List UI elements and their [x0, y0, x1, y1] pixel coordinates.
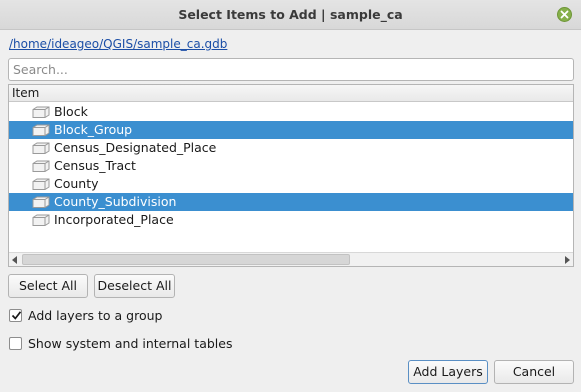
- scroll-right-icon[interactable]: [561, 253, 573, 266]
- tree-row[interactable]: County: [9, 175, 573, 193]
- table-icon: [32, 106, 50, 118]
- tree-row-label: Census_Tract: [54, 158, 136, 173]
- table-icon: [32, 160, 50, 172]
- tree-row[interactable]: Census_Tract: [9, 157, 573, 175]
- add-to-group-label: Add layers to a group: [28, 308, 163, 323]
- horizontal-scrollbar[interactable]: [9, 252, 573, 266]
- tree-row-label: County_Subdivision: [54, 194, 177, 209]
- add-layers-button[interactable]: Add Layers: [408, 360, 488, 384]
- show-system-tables-checkbox[interactable]: Show system and internal tables: [9, 336, 232, 351]
- show-system-tables-label: Show system and internal tables: [28, 336, 233, 351]
- tree-row[interactable]: Block_Group: [9, 121, 573, 139]
- tree-row[interactable]: Census_Designated_Place: [9, 139, 573, 157]
- add-to-group-checkbox[interactable]: Add layers to a group: [9, 308, 162, 323]
- tree-row-label: County: [54, 176, 99, 191]
- table-icon: [32, 196, 50, 208]
- tree-row[interactable]: County_Subdivision: [9, 193, 573, 211]
- search-input[interactable]: [9, 59, 573, 80]
- checkbox-checked-icon[interactable]: [9, 309, 22, 322]
- checkbox-unchecked-icon[interactable]: [9, 337, 22, 350]
- tree-row[interactable]: Block: [9, 103, 573, 121]
- select-all-button[interactable]: Select All: [8, 274, 88, 298]
- search-field[interactable]: [8, 58, 574, 81]
- close-icon[interactable]: [557, 7, 572, 22]
- cancel-button[interactable]: Cancel: [494, 360, 574, 384]
- scrollbar-thumb[interactable]: [22, 254, 350, 265]
- table-icon: [32, 178, 50, 190]
- deselect-all-button[interactable]: Deselect All: [94, 274, 175, 298]
- items-tree[interactable]: Item Block Block_Group Census_Designated…: [8, 84, 574, 267]
- select-items-dialog: Select Items to Add | sample_ca /home/id…: [0, 0, 581, 392]
- tree-row-label: Block: [54, 104, 88, 119]
- tree-rows: Block Block_Group Census_Designated_Plac…: [9, 103, 573, 229]
- table-icon: [32, 142, 50, 154]
- title-bar[interactable]: Select Items to Add | sample_ca: [0, 0, 581, 30]
- gdb-path-link[interactable]: /home/ideageo/QGIS/sample_ca.gdb: [9, 37, 227, 51]
- window-title: Select Items to Add | sample_ca: [178, 7, 403, 22]
- table-icon: [32, 124, 50, 136]
- tree-row[interactable]: Incorporated_Place: [9, 211, 573, 229]
- table-icon: [32, 214, 50, 226]
- tree-row-label: Block_Group: [54, 122, 133, 137]
- scroll-left-icon[interactable]: [9, 253, 21, 266]
- tree-row-label: Census_Designated_Place: [54, 140, 217, 155]
- column-header-item[interactable]: Item: [9, 85, 573, 102]
- tree-row-label: Incorporated_Place: [54, 212, 174, 227]
